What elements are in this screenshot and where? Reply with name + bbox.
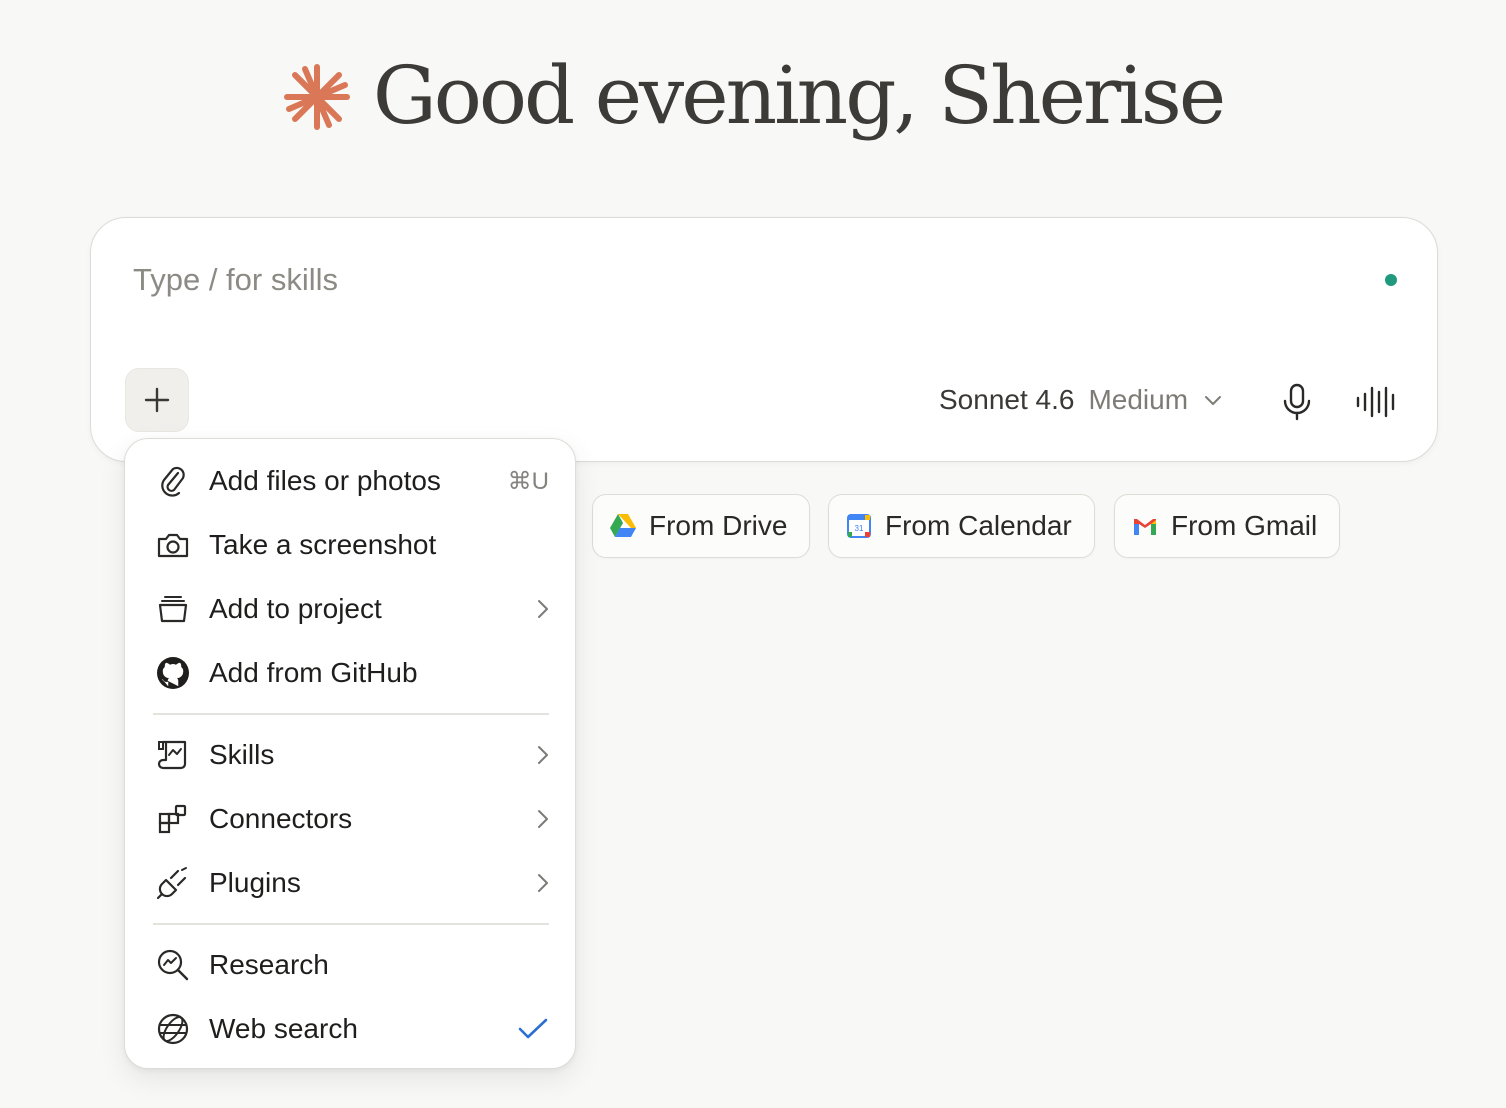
- menu-item-label: Plugins: [209, 867, 301, 898]
- globe-icon: [153, 1009, 193, 1049]
- menu-item-research[interactable]: Research: [137, 935, 563, 995]
- model-effort: Medium: [1088, 384, 1189, 415]
- from-gmail-chip[interactable]: From Gmail: [1114, 494, 1341, 558]
- sparkle-logo-icon: [283, 63, 351, 131]
- skills-scroll-icon: [153, 735, 193, 775]
- greeting-title: Good evening, Sherise: [372, 48, 1226, 142]
- menu-item-connectors[interactable]: Connectors: [137, 789, 563, 849]
- chevron-right-icon: [519, 809, 549, 829]
- gmail-icon: [1131, 512, 1159, 540]
- google-calendar-icon: 31: [845, 512, 873, 540]
- model-selector[interactable]: Sonnet 4.6 Medium: [939, 378, 1222, 422]
- menu-item-label: Skills: [209, 739, 275, 770]
- menu-divider: [153, 713, 549, 715]
- menu-divider: [153, 923, 549, 925]
- keyboard-shortcut: ⌘U: [507, 467, 549, 495]
- research-icon: [153, 945, 193, 985]
- voice-waveform-icon: [1355, 386, 1399, 418]
- menu-item-skills[interactable]: Skills: [137, 725, 563, 785]
- menu-item-label: Add from GitHub: [209, 657, 418, 688]
- prompt-input[interactable]: [133, 262, 1233, 298]
- menu-item-label: Research: [209, 949, 329, 980]
- menu-item-label: Take a screenshot: [209, 529, 437, 560]
- google-drive-icon: [609, 512, 637, 540]
- menu-item-screenshot[interactable]: Take a screenshot: [137, 515, 563, 575]
- status-indicator-dot: [1385, 274, 1397, 286]
- menu-item-add-files[interactable]: Add files or photos ⌘U: [137, 451, 563, 511]
- from-drive-label: From Drive: [649, 510, 788, 541]
- menu-item-web-search[interactable]: Web search: [137, 999, 563, 1059]
- paperclip-icon: [153, 461, 193, 501]
- menu-item-plugins[interactable]: Plugins: [137, 853, 563, 913]
- plus-icon: [143, 386, 171, 414]
- voice-mode-button[interactable]: [1353, 380, 1401, 424]
- chevron-right-icon: [519, 745, 549, 765]
- menu-item-label: Add to project: [209, 593, 382, 624]
- chevron-right-icon: [519, 599, 549, 619]
- github-icon: [153, 653, 193, 693]
- add-content-menu: Add files or photos ⌘U Take a screenshot: [124, 438, 576, 1069]
- greeting: Good evening, Sherise: [0, 40, 1506, 150]
- model-name: Sonnet 4.6: [939, 384, 1075, 415]
- menu-item-add-from-github[interactable]: Add from GitHub: [137, 643, 563, 703]
- microphone-icon: [1282, 383, 1312, 421]
- from-calendar-chip[interactable]: 31 From Calendar: [828, 494, 1095, 558]
- microphone-button[interactable]: [1277, 380, 1317, 424]
- from-gmail-label: From Gmail: [1171, 510, 1318, 541]
- page: Good evening, Sherise Sonnet 4.6 Medium: [0, 0, 1506, 1108]
- project-box-icon: [153, 589, 193, 629]
- from-drive-chip[interactable]: From Drive: [592, 494, 811, 558]
- svg-text:31: 31: [855, 524, 864, 533]
- menu-item-add-to-project[interactable]: Add to project: [137, 579, 563, 639]
- checkmark-icon: [517, 1017, 549, 1041]
- chat-composer: Sonnet 4.6 Medium: [90, 217, 1438, 462]
- plug-icon: [153, 863, 193, 903]
- menu-item-label: Add files or photos: [209, 465, 441, 496]
- connectors-icon: [153, 799, 193, 839]
- menu-item-label: Web search: [209, 1013, 358, 1044]
- chevron-down-icon: [1204, 395, 1222, 407]
- chevron-right-icon: [519, 873, 549, 893]
- add-content-button[interactable]: [125, 368, 189, 432]
- from-calendar-label: From Calendar: [885, 510, 1072, 541]
- camera-icon: [153, 525, 193, 565]
- menu-item-label: Connectors: [209, 803, 353, 834]
